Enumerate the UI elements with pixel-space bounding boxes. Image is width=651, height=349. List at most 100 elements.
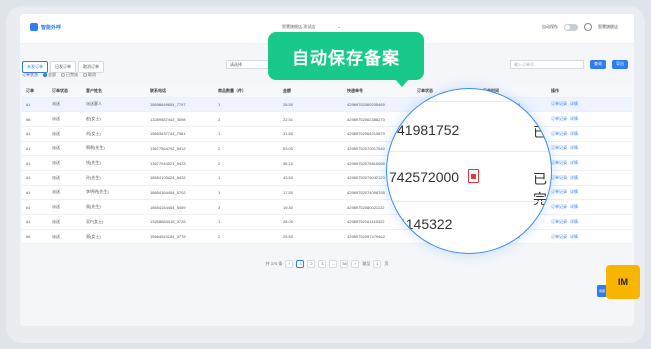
page-button[interactable]: 38 xyxy=(340,260,349,268)
details-link[interactable]: 详情 xyxy=(570,234,578,239)
cell-qty: 1 xyxy=(214,214,279,230)
table-row[interactable]: #6 派送 郑(女士) 15664543164_4775 2 25.50 429897520… xyxy=(22,229,632,245)
cell-status: 派送 xyxy=(48,155,82,171)
details-link[interactable]: 详情 xyxy=(570,204,578,209)
cell-actions: 订单记录 详情 xyxy=(547,214,632,230)
logo-icon xyxy=(30,23,38,31)
details-link[interactable]: 详情 xyxy=(570,101,578,106)
cell-amount: 43.50 xyxy=(279,170,343,186)
page-button[interactable]: 1 xyxy=(296,260,305,268)
details-link[interactable]: 详情 xyxy=(570,219,578,224)
goto-suffix: 页 xyxy=(384,261,389,266)
order-record-link[interactable]: 订单记录 xyxy=(551,160,567,165)
cell-name: 派送客人 xyxy=(82,97,146,113)
cell-status: 派送 xyxy=(48,199,82,215)
cell-actions: 订单记录 详情 xyxy=(547,185,632,201)
top-right-controls: 自动保存 智慧旗舰店 xyxy=(542,23,618,31)
order-record-link[interactable]: 订单记录 xyxy=(551,204,567,209)
order-record-link[interactable]: 订单记录 xyxy=(551,219,567,224)
user-name[interactable]: 智慧旗舰店 xyxy=(598,24,618,30)
order-record-link[interactable]: 订单记录 xyxy=(551,234,567,239)
order-record-link[interactable]: 订单记录 xyxy=(551,101,567,106)
table-row[interactable]: #1 派送 吴P(女士) 13258684416_3726 1 28.00 42989752… xyxy=(22,214,632,230)
total-count: 共 375 条 xyxy=(265,261,283,266)
magnified-tracking: 742572000 xyxy=(389,169,460,185)
details-link[interactable]: 详情 xyxy=(570,175,578,180)
status-filters: 订单状态 全部 已完成 取消 xyxy=(22,72,96,78)
cell-id: #1 xyxy=(22,199,48,215)
page-button[interactable]: 3 xyxy=(318,260,327,268)
cell-actions: 订单记录 详情 xyxy=(547,111,632,127)
cell-actions: 订单记录 详情 xyxy=(547,141,632,157)
magnified-tracking: 41981752 xyxy=(397,122,460,138)
cell-status: 派送 xyxy=(48,214,82,230)
cell-amount: 19.40 xyxy=(279,199,343,215)
cell-phone: 13677564792_5412 xyxy=(146,141,214,157)
filter-option-cancel[interactable]: 取消 xyxy=(83,72,96,78)
col-header: 商品数量（件） xyxy=(214,85,279,98)
details-link[interactable]: 详情 xyxy=(570,116,578,121)
cell-phone: 13258684416_3726 xyxy=(146,214,214,230)
bell-icon[interactable] xyxy=(584,23,592,31)
page-ellipsis[interactable]: … xyxy=(329,260,338,268)
cell-name: 李明明(先生) xyxy=(82,185,146,201)
app-logo[interactable]: 智能外呼 xyxy=(30,23,61,31)
cell-amount: 28.50 xyxy=(279,97,343,113)
shop-selector[interactable]: 智慧旗舰店-测试店 ⌄ xyxy=(282,24,341,30)
cell-phone: 18654105424_5432 xyxy=(146,170,214,186)
details-link[interactable]: 详情 xyxy=(570,145,578,150)
cell-status: 派送 xyxy=(48,185,82,201)
cell-amount: 53.00 xyxy=(279,141,343,157)
details-link[interactable]: 详情 xyxy=(570,131,578,136)
cell-qty: 2 xyxy=(214,229,279,245)
im-chat-button[interactable]: IM xyxy=(606,265,640,299)
col-header: 操作 xyxy=(547,85,632,98)
search-input[interactable]: 输入订单号 xyxy=(510,60,584,69)
cell-id: #1 xyxy=(22,185,48,201)
cell-qty: 3 xyxy=(214,199,279,215)
cell-status: 派送 xyxy=(48,111,82,127)
cell-id: #1 xyxy=(22,214,48,230)
details-link[interactable]: 详情 xyxy=(570,160,578,165)
goto-input[interactable]: 1 xyxy=(373,260,382,268)
cell-id: #1 xyxy=(22,141,48,157)
order-record-link[interactable]: 订单记录 xyxy=(551,116,567,121)
cell-id: #1 xyxy=(22,170,48,186)
filter-label: 订单状态 xyxy=(22,72,38,77)
magnified-status: 已完 xyxy=(533,171,547,207)
goto-label: 跳至 xyxy=(362,261,371,266)
cell-actions: 订单记录 详情 xyxy=(547,155,632,171)
col-header: 联系电话 xyxy=(146,85,214,98)
radio-icon xyxy=(43,72,47,77)
cell-amount: 36.10 xyxy=(279,155,343,171)
filter-option-done[interactable]: 已完成 xyxy=(61,72,78,78)
cell-status: 派送 xyxy=(48,126,82,142)
col-header: 订单 xyxy=(22,85,48,98)
search-button[interactable]: 查询 xyxy=(590,60,606,69)
prev-page-button[interactable]: ‹ xyxy=(285,260,294,268)
export-button[interactable]: 导出 xyxy=(612,60,628,69)
cell-amount: 22.51 xyxy=(279,111,343,127)
cell-status: 派送 xyxy=(48,170,82,186)
filter-option-all[interactable]: 全部 xyxy=(43,72,56,78)
cell-id: #6 xyxy=(22,229,48,245)
cell-tracking: 42989752069205469 xyxy=(343,97,413,113)
order-record-link[interactable]: 订单记录 xyxy=(551,131,567,136)
cell-status: 派送 xyxy=(48,229,82,245)
details-link[interactable]: 详情 xyxy=(570,189,578,194)
order-record-link[interactable]: 订单记录 xyxy=(551,145,567,150)
cell-qty: 2 xyxy=(214,155,279,171)
table-row[interactable]: #1 派送 派送客人 18696649654_7797 1 28.50 4298975206… xyxy=(22,97,632,113)
auto-save-toggle[interactable] xyxy=(564,23,578,31)
order-record-link[interactable]: 订单记录 xyxy=(551,189,567,194)
col-header: 客户姓名 xyxy=(82,85,146,98)
order-record-link[interactable]: 订单记录 xyxy=(551,175,567,180)
cell-phone: 18654164454_5702 xyxy=(146,185,214,201)
pdf-icon[interactable] xyxy=(468,169,479,183)
cell-name: 吴P(女士) xyxy=(82,214,146,230)
table-header: 订单 订单状态 客户姓名 联系电话 商品数量（件） 金额 快递单号 订单状态 下… xyxy=(22,85,632,98)
next-page-button[interactable]: › xyxy=(351,260,360,268)
cell-actions: 订单记录 详情 xyxy=(547,199,632,215)
cell-id: #6 xyxy=(22,111,48,127)
page-button[interactable]: 2 xyxy=(307,260,316,268)
